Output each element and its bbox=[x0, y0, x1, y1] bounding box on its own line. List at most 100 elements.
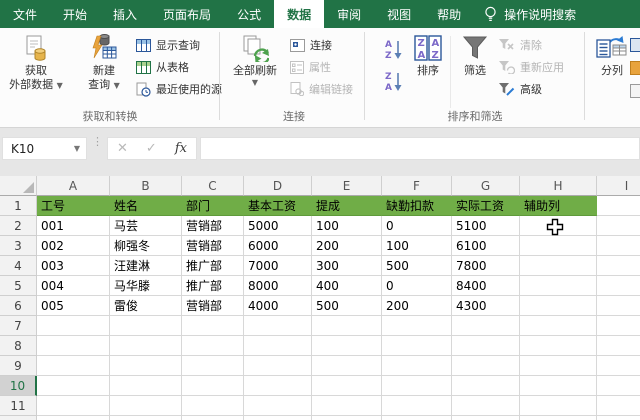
text-to-columns-button[interactable]: 分列 bbox=[590, 32, 634, 108]
cell-F7[interactable] bbox=[382, 316, 452, 336]
cell-G11[interactable] bbox=[452, 396, 520, 416]
name-box[interactable]: K10 ▼ bbox=[2, 137, 87, 160]
cell-G12[interactable] bbox=[452, 416, 520, 420]
cell-H8[interactable] bbox=[520, 336, 597, 356]
cell-E12[interactable] bbox=[312, 416, 382, 420]
cell-C11[interactable] bbox=[182, 396, 244, 416]
cell-A7[interactable] bbox=[37, 316, 110, 336]
row-header-3[interactable]: 3 bbox=[0, 236, 37, 256]
cell-C5[interactable]: 推广部 bbox=[182, 276, 244, 296]
cell-C4[interactable]: 推广部 bbox=[182, 256, 244, 276]
cell-H4[interactable] bbox=[520, 256, 597, 276]
cell-D2[interactable]: 5000 bbox=[244, 216, 312, 236]
select-all-corner[interactable] bbox=[0, 176, 37, 196]
cell-B3[interactable]: 柳强冬 bbox=[110, 236, 182, 256]
tell-me-search[interactable]: 操作说明搜索 bbox=[474, 0, 576, 28]
flash-fill-icon-partial[interactable] bbox=[630, 38, 640, 52]
cell-A6[interactable]: 005 bbox=[37, 296, 110, 316]
cell-B5[interactable]: 马华滕 bbox=[110, 276, 182, 296]
ribbon-tab-1[interactable]: 开始 bbox=[50, 0, 100, 28]
cell-A3[interactable]: 002 bbox=[37, 236, 110, 256]
cell-F5[interactable]: 0 bbox=[382, 276, 452, 296]
cell-B4[interactable]: 汪建淋 bbox=[110, 256, 182, 276]
cell-I8[interactable] bbox=[597, 336, 640, 356]
cell-D12[interactable] bbox=[244, 416, 312, 420]
cell-I6[interactable] bbox=[597, 296, 640, 316]
sort-button[interactable]: Z A A Z 排序 bbox=[406, 32, 450, 108]
cell-G10[interactable] bbox=[452, 376, 520, 396]
column-header-C[interactable]: C bbox=[182, 176, 244, 196]
cell-E5[interactable]: 400 bbox=[312, 276, 382, 296]
recent-sources-button[interactable]: 最近使用的源 bbox=[136, 79, 222, 99]
cell-G7[interactable] bbox=[452, 316, 520, 336]
cell-C3[interactable]: 营销部 bbox=[182, 236, 244, 256]
cell-G5[interactable]: 8400 bbox=[452, 276, 520, 296]
cell-A9[interactable] bbox=[37, 356, 110, 376]
cell-C8[interactable] bbox=[182, 336, 244, 356]
row-header-8[interactable]: 8 bbox=[0, 336, 37, 356]
cell-D3[interactable]: 6000 bbox=[244, 236, 312, 256]
cell-A2[interactable]: 001 bbox=[37, 216, 110, 236]
cell-H10[interactable] bbox=[520, 376, 597, 396]
cell-F11[interactable] bbox=[382, 396, 452, 416]
cell-G8[interactable] bbox=[452, 336, 520, 356]
advanced-filter-button[interactable]: 高级 bbox=[498, 79, 542, 99]
cell-C10[interactable] bbox=[182, 376, 244, 396]
ribbon-tab-8[interactable]: 帮助 bbox=[424, 0, 474, 28]
cell-B7[interactable] bbox=[110, 316, 182, 336]
new-query-button[interactable]: 新建 查询 ▼ bbox=[76, 32, 132, 108]
formula-input[interactable] bbox=[200, 137, 640, 160]
row-header-7[interactable]: 7 bbox=[0, 316, 37, 336]
row-header-11[interactable]: 11 bbox=[0, 396, 37, 416]
cell-H12[interactable] bbox=[520, 416, 597, 420]
cell-B12[interactable] bbox=[110, 416, 182, 420]
get-external-data-button[interactable]: 获取 外部数据 ▼ bbox=[4, 32, 68, 108]
cell-B6[interactable]: 雷俊 bbox=[110, 296, 182, 316]
row-header-4[interactable]: 4 bbox=[0, 256, 37, 276]
cell-I10[interactable] bbox=[597, 376, 640, 396]
remove-duplicates-icon-partial[interactable] bbox=[630, 61, 640, 75]
cell-F12[interactable] bbox=[382, 416, 452, 420]
cell-D8[interactable] bbox=[244, 336, 312, 356]
cell-H3[interactable] bbox=[520, 236, 597, 256]
cell-I5[interactable] bbox=[597, 276, 640, 296]
cell-I9[interactable] bbox=[597, 356, 640, 376]
column-header-H[interactable]: H bbox=[520, 176, 597, 196]
cell-A1[interactable]: 工号 bbox=[37, 196, 110, 216]
cell-G9[interactable] bbox=[452, 356, 520, 376]
cell-A8[interactable] bbox=[37, 336, 110, 356]
cell-F4[interactable]: 500 bbox=[382, 256, 452, 276]
refresh-all-button[interactable]: 全部刷新 ▼ bbox=[226, 32, 284, 108]
cell-F10[interactable] bbox=[382, 376, 452, 396]
cell-F1[interactable]: 缺勤扣款 bbox=[382, 196, 452, 216]
cell-G3[interactable]: 6100 bbox=[452, 236, 520, 256]
cell-A10[interactable] bbox=[37, 376, 110, 396]
ribbon-tab-2[interactable]: 插入 bbox=[100, 0, 150, 28]
confirm-entry-icon[interactable]: ✓ bbox=[146, 141, 157, 156]
cell-H1[interactable]: 辅助列 bbox=[520, 196, 597, 216]
cell-F2[interactable]: 0 bbox=[382, 216, 452, 236]
cell-A11[interactable] bbox=[37, 396, 110, 416]
column-header-E[interactable]: E bbox=[312, 176, 382, 196]
ribbon-tab-0[interactable]: 文件 bbox=[0, 0, 50, 28]
cell-A5[interactable]: 004 bbox=[37, 276, 110, 296]
cancel-entry-icon[interactable]: ✕ bbox=[117, 141, 128, 156]
cell-D5[interactable]: 8000 bbox=[244, 276, 312, 296]
column-header-B[interactable]: B bbox=[110, 176, 182, 196]
cell-D7[interactable] bbox=[244, 316, 312, 336]
sort-descending-button[interactable]: Z A bbox=[383, 71, 404, 92]
connections-button[interactable]: 连接 bbox=[290, 35, 332, 55]
sort-ascending-button[interactable]: A Z bbox=[383, 39, 404, 60]
cell-E2[interactable]: 100 bbox=[312, 216, 382, 236]
cell-F3[interactable]: 100 bbox=[382, 236, 452, 256]
filter-button[interactable]: 筛选 bbox=[454, 32, 496, 108]
cell-H7[interactable] bbox=[520, 316, 597, 336]
cell-B2[interactable]: 马芸 bbox=[110, 216, 182, 236]
row-header-6[interactable]: 6 bbox=[0, 296, 37, 316]
row-header-5[interactable]: 5 bbox=[0, 276, 37, 296]
cell-B11[interactable] bbox=[110, 396, 182, 416]
cell-C7[interactable] bbox=[182, 316, 244, 336]
from-table-button[interactable]: 从表格 bbox=[136, 57, 189, 77]
cell-H6[interactable] bbox=[520, 296, 597, 316]
cell-G6[interactable]: 4300 bbox=[452, 296, 520, 316]
